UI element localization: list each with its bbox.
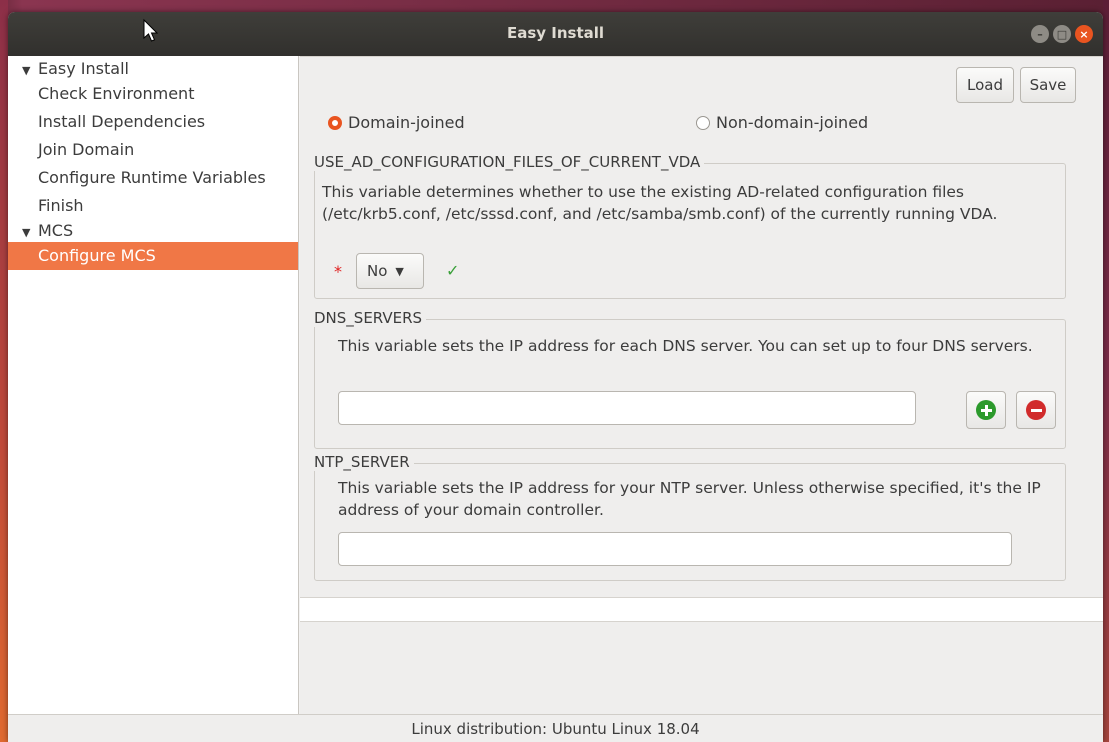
easy-install-window: Easy Install – □ × ▼ Easy Install Check E…: [8, 12, 1103, 742]
ad-config-description: This variable determines whether to use …: [322, 183, 998, 223]
valid-check-icon: ✓: [446, 261, 460, 280]
window-controls: – □ ×: [1031, 25, 1093, 43]
window-title: Easy Install: [506, 24, 605, 42]
minimize-icon[interactable]: –: [1031, 25, 1049, 43]
add-dns-server-button[interactable]: [966, 391, 1006, 429]
sidebar-item-check-environment[interactable]: Check Environment: [8, 80, 298, 108]
load-button[interactable]: Load: [956, 67, 1014, 103]
output-log-area[interactable]: [300, 597, 1103, 622]
save-button[interactable]: Save: [1020, 67, 1076, 103]
title-bar[interactable]: Easy Install – □ ×: [8, 12, 1103, 56]
mouse-pointer-icon: [143, 18, 159, 42]
ntp-server-description: This variable sets the IP address for yo…: [338, 479, 1041, 519]
domain-joined-radio[interactable]: Domain-joined: [328, 113, 465, 132]
desktop-background-right: [1103, 0, 1109, 742]
tree-group-mcs[interactable]: ▼ MCS: [8, 220, 298, 242]
sidebar-tree: ▼ Easy Install Check Environment Install …: [8, 56, 299, 714]
add-icon: [976, 400, 996, 420]
main-panel: Load Save Domain-joined Non-domain-joine…: [300, 56, 1103, 714]
remove-icon: [1026, 400, 1046, 420]
join-mode-radio-group: Domain-joined Non-domain-joined: [322, 113, 1103, 137]
remove-dns-server-button[interactable]: [1016, 391, 1056, 429]
dns-server-input[interactable]: [338, 391, 916, 425]
radio-label: Domain-joined: [348, 113, 465, 132]
desktop-background-left: [0, 0, 8, 742]
sidebar-item-install-dependencies[interactable]: Install Dependencies: [8, 108, 298, 136]
sidebar-item-join-domain[interactable]: Join Domain: [8, 136, 298, 164]
ad-config-select[interactable]: No ▼: [356, 253, 424, 289]
non-domain-joined-radio[interactable]: Non-domain-joined: [696, 113, 868, 132]
sidebar-item-finish[interactable]: Finish: [8, 192, 298, 220]
tree-group-label: MCS: [38, 221, 74, 240]
radio-selected-icon: [328, 115, 342, 130]
configure-mcs-form: Load Save Domain-joined Non-domain-joine…: [300, 56, 1103, 597]
tree-group-label: Easy Install: [38, 59, 129, 78]
tree-group-easy-install[interactable]: ▼ Easy Install: [8, 58, 298, 80]
sidebar-item-configure-runtime-variables[interactable]: Configure Runtime Variables: [8, 164, 298, 192]
radio-label: Non-domain-joined: [716, 113, 869, 132]
dns-servers-label: DNS_SERVERS: [314, 309, 427, 327]
select-value: No: [367, 262, 388, 280]
close-icon[interactable]: ×: [1075, 25, 1093, 43]
content-area: ▼ Easy Install Check Environment Install …: [8, 56, 1103, 714]
chevron-down-icon: ▼: [395, 264, 404, 278]
sidebar-item-configure-mcs[interactable]: Configure MCS: [8, 242, 298, 270]
expander-down-icon[interactable]: ▼: [22, 222, 38, 244]
expander-down-icon[interactable]: ▼: [22, 60, 38, 82]
ntp-server-input[interactable]: [338, 532, 1012, 566]
ad-config-label: USE_AD_CONFIGURATION_FILES_OF_CURRENT_VD…: [314, 153, 705, 171]
required-marker: *: [334, 262, 342, 281]
dns-servers-description: This variable sets the IP address for ea…: [338, 337, 1033, 355]
ntp-server-label: NTP_SERVER: [314, 453, 414, 471]
maximize-icon[interactable]: □: [1053, 25, 1071, 43]
radio-unselected-icon: [696, 115, 710, 130]
status-bar: Linux distribution: Ubuntu Linux 18.04: [8, 714, 1103, 742]
